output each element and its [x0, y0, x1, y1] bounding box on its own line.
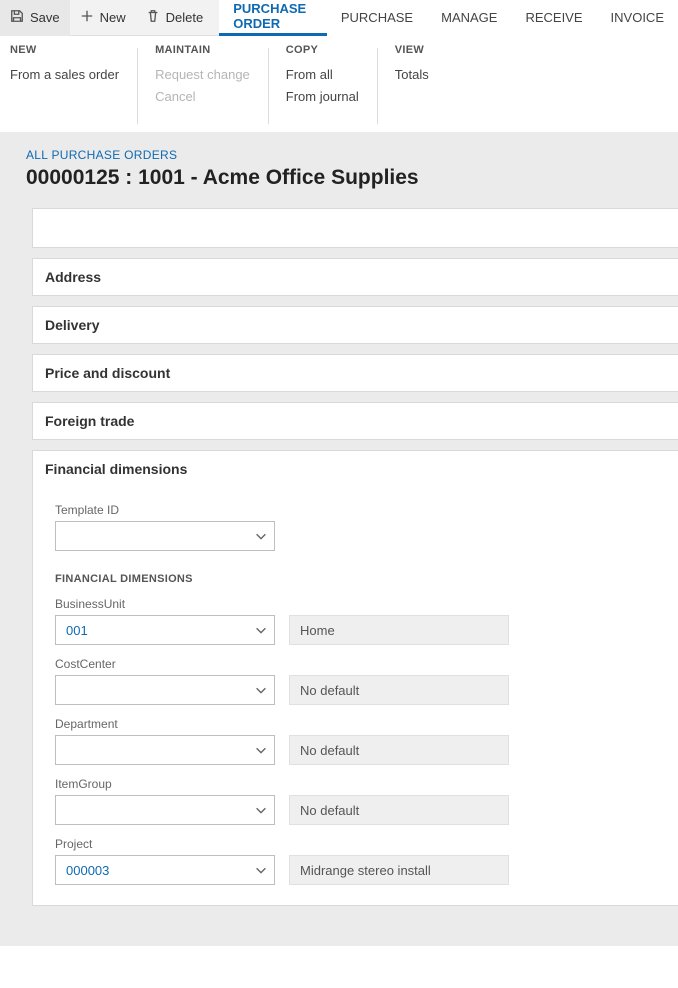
- page-body: ALL PURCHASE ORDERS 00000125 : 1001 - Ac…: [0, 132, 678, 946]
- tab-invoice[interactable]: INVOICE: [597, 0, 678, 36]
- ribbon-group-maintain: MAINTAIN Request change Cancel: [137, 44, 268, 108]
- section-header: Delivery: [33, 307, 678, 343]
- section-header: Address: [33, 259, 678, 295]
- section-blank: [32, 208, 678, 248]
- project-value: 000003: [66, 863, 109, 878]
- chevron-down-icon: [254, 623, 268, 637]
- chevron-down-icon: [254, 683, 268, 697]
- department-combo[interactable]: [55, 735, 275, 765]
- project-desc: Midrange stereo install: [289, 855, 509, 885]
- save-label: Save: [30, 10, 60, 25]
- cost-center-combo[interactable]: [55, 675, 275, 705]
- ribbon-group-title: MAINTAIN: [155, 44, 250, 56]
- trash-icon: [146, 9, 160, 26]
- chevron-down-icon: [254, 529, 268, 543]
- ribbon-cancel: Cancel: [155, 86, 250, 108]
- item-group-combo[interactable]: [55, 795, 275, 825]
- ribbon-from-all[interactable]: From all: [286, 64, 359, 86]
- tab-receive[interactable]: RECEIVE: [511, 0, 596, 36]
- delete-label: Delete: [166, 10, 204, 25]
- tab-purchase[interactable]: PURCHASE: [327, 0, 427, 36]
- project-combo[interactable]: 000003: [55, 855, 275, 885]
- ribbon-from-journal[interactable]: From journal: [286, 86, 359, 108]
- section-financial-dimensions: Financial dimensions Template ID FINANCI…: [32, 450, 678, 906]
- section-delivery[interactable]: Delivery: [32, 306, 678, 344]
- toolbar: Save New Delete PURCHASE ORDER PURCHASE …: [0, 0, 678, 36]
- department-desc: No default: [289, 735, 509, 765]
- ribbon-group-title: NEW: [10, 44, 119, 56]
- ribbon-from-sales-order[interactable]: From a sales order: [10, 64, 119, 86]
- ribbon-group-view: VIEW Totals: [377, 44, 447, 108]
- cost-center-desc: No default: [289, 675, 509, 705]
- action-tabs: PURCHASE ORDER PURCHASE MANAGE RECEIVE I…: [219, 0, 678, 36]
- business-unit-desc: Home: [289, 615, 509, 645]
- template-id-combo[interactable]: [55, 521, 275, 551]
- delete-button[interactable]: Delete: [136, 0, 214, 36]
- section-header: Price and discount: [33, 355, 678, 391]
- breadcrumb[interactable]: ALL PURCHASE ORDERS: [26, 148, 678, 162]
- chevron-down-icon: [254, 863, 268, 877]
- plus-icon: [80, 9, 94, 26]
- chevron-down-icon: [254, 803, 268, 817]
- section-header: Foreign trade: [33, 403, 678, 439]
- item-group-desc: No default: [289, 795, 509, 825]
- ribbon-group-title: COPY: [286, 44, 359, 56]
- section-foreign-trade[interactable]: Foreign trade: [32, 402, 678, 440]
- ribbon: NEW From a sales order MAINTAIN Request …: [0, 36, 678, 132]
- section-price-discount[interactable]: Price and discount: [32, 354, 678, 392]
- ribbon-group-new: NEW From a sales order: [10, 44, 137, 108]
- section-header: Financial dimensions: [33, 451, 678, 487]
- business-unit-value: 001: [66, 623, 88, 638]
- tab-manage[interactable]: MANAGE: [427, 0, 511, 36]
- save-icon: [10, 9, 24, 26]
- ribbon-group-copy: COPY From all From journal: [268, 44, 377, 108]
- project-label: Project: [55, 837, 678, 851]
- financial-dimensions-subheading: FINANCIAL DIMENSIONS: [55, 573, 678, 585]
- business-unit-label: BusinessUnit: [55, 597, 678, 611]
- chevron-down-icon: [254, 743, 268, 757]
- save-button[interactable]: Save: [0, 0, 70, 36]
- ribbon-request-change: Request change: [155, 64, 250, 86]
- section-address[interactable]: Address: [32, 258, 678, 296]
- department-label: Department: [55, 717, 678, 731]
- ribbon-totals[interactable]: Totals: [395, 64, 429, 86]
- page-title: 00000125 : 1001 - Acme Office Supplies: [26, 166, 678, 190]
- new-button[interactable]: New: [70, 0, 136, 36]
- tab-purchase-order[interactable]: PURCHASE ORDER: [219, 0, 327, 36]
- business-unit-combo[interactable]: 001: [55, 615, 275, 645]
- new-label: New: [100, 10, 126, 25]
- cost-center-label: CostCenter: [55, 657, 678, 671]
- template-id-label: Template ID: [55, 503, 678, 517]
- ribbon-group-title: VIEW: [395, 44, 429, 56]
- item-group-label: ItemGroup: [55, 777, 678, 791]
